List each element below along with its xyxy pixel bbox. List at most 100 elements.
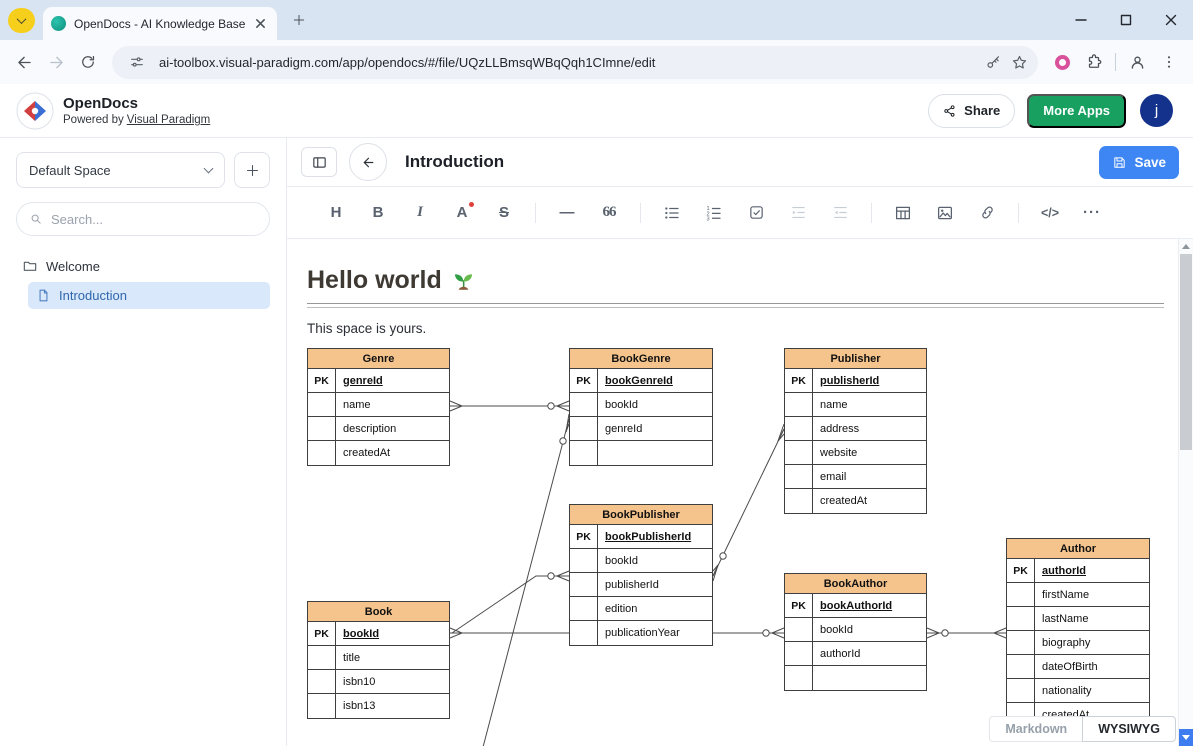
opendocs-logo xyxy=(16,92,54,130)
space-selector[interactable]: Default Space xyxy=(16,152,225,188)
new-tab-button[interactable] xyxy=(287,8,311,32)
editor-mode-switch: Markdown WYSIWYG xyxy=(989,716,1176,742)
password-key-icon[interactable] xyxy=(980,49,1006,75)
heading-button[interactable]: H xyxy=(321,198,351,228)
share-icon xyxy=(943,104,957,118)
strikethrough-button[interactable]: S xyxy=(489,198,519,228)
user-avatar[interactable]: j xyxy=(1140,94,1173,127)
browser-titlebar: OpenDocs - AI Knowledge Base xyxy=(0,0,1193,40)
er-connector xyxy=(482,419,569,746)
more-apps-button[interactable]: More Apps xyxy=(1027,94,1126,128)
chevron-down-icon xyxy=(17,14,27,24)
folder-icon xyxy=(22,258,38,274)
bullet-list-button[interactable] xyxy=(657,198,687,228)
wysiwyg-mode-button[interactable]: WYSIWYG xyxy=(1082,716,1176,742)
save-icon xyxy=(1112,155,1127,170)
share-button[interactable]: Share xyxy=(928,94,1015,128)
site-settings-icon[interactable] xyxy=(124,49,150,75)
toolbar-divider xyxy=(535,203,536,223)
doc-heading: Hello world xyxy=(307,266,1164,295)
er-table-Book: BookPKbookIdtitleisbn10isbn13 xyxy=(307,601,450,719)
sidebar-search[interactable] xyxy=(16,202,270,236)
doc-paragraph: This space is yours. xyxy=(307,321,1164,336)
scroll-down-button[interactable] xyxy=(1179,729,1193,746)
task-list-button[interactable] xyxy=(741,198,771,228)
search-icon xyxy=(29,212,43,226)
page-title: Introduction xyxy=(405,152,504,172)
er-table-Genre: GenrePKgenreIdnamedescriptioncreatedAt xyxy=(307,348,450,466)
browser-tab[interactable]: OpenDocs - AI Knowledge Base xyxy=(43,7,277,40)
svg-text:3: 3 xyxy=(707,216,710,222)
er-table-Publisher: PublisherPKpublisherIdnameaddresswebsite… xyxy=(784,348,927,514)
indent-button[interactable] xyxy=(783,198,813,228)
opendocs-favicon xyxy=(51,16,66,31)
search-input[interactable] xyxy=(51,212,257,227)
er-diagram[interactable]: GenrePKgenreIdnamedescriptioncreatedAt Bo… xyxy=(307,346,1164,746)
powered-by: Powered byVisual Paradigm xyxy=(63,114,210,126)
document-canvas[interactable]: Hello world This space is yours. GenrePK… xyxy=(287,239,1178,746)
document-icon xyxy=(36,288,51,303)
tab-search-button[interactable] xyxy=(8,8,35,33)
reload-icon[interactable] xyxy=(72,46,104,78)
ordered-list-button[interactable]: 123 xyxy=(699,198,729,228)
italic-button[interactable]: I xyxy=(405,198,435,228)
bookmark-star-icon[interactable] xyxy=(1006,49,1032,75)
address-bar[interactable]: ai-toolbox.visual-paradigm.com/app/opend… xyxy=(112,46,1038,79)
tab-title: OpenDocs - AI Knowledge Base xyxy=(74,17,251,31)
close-button[interactable] xyxy=(1148,0,1193,40)
app-header: OpenDocs Powered byVisual Paradigm Share… xyxy=(0,84,1193,138)
tree-folder-welcome[interactable]: Welcome xyxy=(16,252,270,280)
color-dot xyxy=(469,202,474,207)
blockquote-button[interactable]: 66 xyxy=(594,198,624,228)
seedling-emoji xyxy=(452,269,475,292)
brand-block: OpenDocs Powered byVisual Paradigm xyxy=(63,95,210,126)
outdent-button[interactable] xyxy=(825,198,855,228)
scrollbar-thumb[interactable] xyxy=(1180,254,1192,450)
browser-navbar: ai-toolbox.visual-paradigm.com/app/opend… xyxy=(0,40,1193,84)
add-space-button[interactable] xyxy=(234,152,270,188)
main-layout: Default Space Welcome Introduction xyxy=(0,138,1193,746)
editor-viewport: Hello world This space is yours. GenrePK… xyxy=(287,238,1193,746)
link-button[interactable] xyxy=(972,198,1002,228)
tab-close-icon[interactable] xyxy=(251,15,269,33)
extension-pink-icon[interactable] xyxy=(1046,46,1078,78)
menu-dots-icon[interactable] xyxy=(1153,46,1185,78)
sidebar: Default Space Welcome Introduction xyxy=(0,138,287,746)
code-button[interactable]: </> xyxy=(1035,198,1065,228)
visual-paradigm-link[interactable]: Visual Paradigm xyxy=(127,114,211,126)
heading-rule xyxy=(307,303,1164,308)
maximize-button[interactable] xyxy=(1103,0,1148,40)
bold-button[interactable]: B xyxy=(363,198,393,228)
navbar-divider xyxy=(1115,53,1116,71)
url-text: ai-toolbox.visual-paradigm.com/app/opend… xyxy=(159,55,980,70)
extensions-puzzle-icon[interactable] xyxy=(1078,46,1110,78)
back-button[interactable] xyxy=(349,143,387,181)
toolbar-divider xyxy=(640,203,641,223)
markdown-mode-button[interactable]: Markdown xyxy=(989,716,1082,742)
more-tools-button[interactable]: ··· xyxy=(1077,198,1107,228)
er-table-BookPublisher: BookPublisherPKbookPublisherIdbookIdpubl… xyxy=(569,504,713,646)
table-button[interactable] xyxy=(888,198,918,228)
toolbar-divider xyxy=(1018,203,1019,223)
er-connector xyxy=(452,576,569,633)
tree-doc-introduction[interactable]: Introduction xyxy=(28,282,270,309)
chevron-down-icon xyxy=(204,163,214,173)
window-controls xyxy=(1058,0,1193,40)
profile-icon[interactable] xyxy=(1121,46,1153,78)
content-area: Introduction Save H B I A S — 66 123 xyxy=(287,138,1193,746)
toggle-sidebar-button[interactable] xyxy=(301,147,337,177)
save-button[interactable]: Save xyxy=(1099,146,1179,179)
document-tree: Welcome Introduction xyxy=(16,252,270,309)
text-color-button[interactable]: A xyxy=(447,198,477,228)
minimize-button[interactable] xyxy=(1058,0,1103,40)
forward-icon[interactable] xyxy=(40,46,72,78)
er-table-Author: AuthorPKauthorIdfirstNamelastNamebiograp… xyxy=(1006,538,1150,728)
image-button[interactable] xyxy=(930,198,960,228)
doc-header: Introduction Save xyxy=(287,138,1193,186)
horizontal-rule-button[interactable]: — xyxy=(552,198,582,228)
editor-scrollbar[interactable] xyxy=(1178,239,1193,746)
back-icon[interactable] xyxy=(8,46,40,78)
er-table-BookGenre: BookGenrePKbookGenreIdbookIdgenreId xyxy=(569,348,713,466)
scroll-up-arrow[interactable] xyxy=(1179,239,1193,253)
er-table-BookAuthor: BookAuthorPKbookAuthorIdbookIdauthorId xyxy=(784,573,927,691)
